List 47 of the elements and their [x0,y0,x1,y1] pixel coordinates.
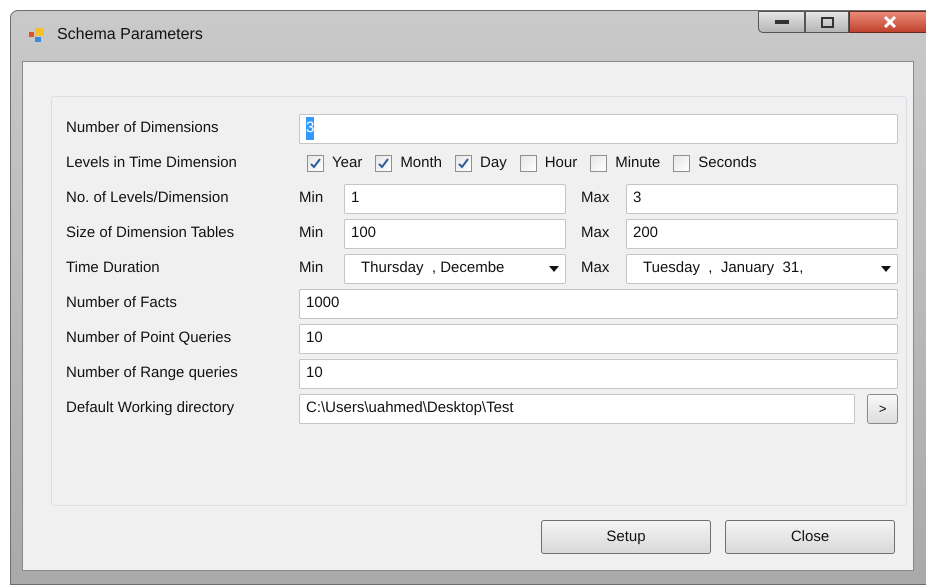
field-label: Number of Dimensions [66,118,220,138]
text-field[interactable]: 100 [344,218,566,248]
dropdown-icon [549,266,559,272]
dialog-button[interactable]: Close [725,520,895,554]
checkmark-icon [458,158,470,169]
text-field[interactable]: 1 [344,184,566,214]
minimize-button[interactable] [758,11,805,33]
field-label: Time Duration [66,258,161,278]
checkbox[interactable]: Year [307,152,362,175]
text-field[interactable]: 3 [626,184,898,214]
checkbox[interactable]: Month [375,152,442,175]
field-label: Default Working directory [66,398,236,418]
checkbox[interactable]: Minute [590,152,660,175]
field-label: Max [581,258,610,278]
minimize-icon [774,20,788,24]
checkbox[interactable]: Day [455,152,507,175]
text-field[interactable]: 10 [299,324,898,354]
app-icon [29,27,45,43]
field-label: Levels in Time Dimension [66,153,238,174]
field-label: Min [299,223,324,244]
maximize-button[interactable] [805,11,849,33]
field-label: Min [299,258,324,278]
dialog-button[interactable]: Setup [541,520,711,554]
checkmark-icon [310,158,321,169]
text-field[interactable]: 200 [626,218,898,248]
window-title: Schema Parameters [57,25,203,45]
field-label: Number of Point Queries [66,328,232,348]
maximize-icon [820,16,834,28]
dropdown-icon [881,266,891,272]
date-picker[interactable]: Thursday , Decembe [344,254,566,284]
field-label: Number of Range queries [66,363,239,384]
field-label: No. of Levels/Dimension [66,188,230,208]
close-button[interactable] [849,11,926,33]
field-label: Max [581,188,610,208]
date-picker[interactable]: Tuesday , January 31, [626,254,898,284]
field-label: Min [299,188,324,208]
checkbox[interactable]: Hour [520,152,578,175]
field-label: Size of Dimension Tables [66,223,236,244]
field-label: Number of Facts [66,293,178,314]
close-icon [883,16,897,28]
browse-button[interactable]: > [867,394,898,424]
text-field[interactable]: C:\Users\uahmed\Desktop\Test [299,394,856,424]
checkbox[interactable]: Seconds [673,152,757,175]
checkmark-icon [378,158,390,169]
text-field[interactable]: 1000 [299,288,898,318]
text-field[interactable]: 10 [299,358,898,388]
field-label: Max [581,223,610,244]
